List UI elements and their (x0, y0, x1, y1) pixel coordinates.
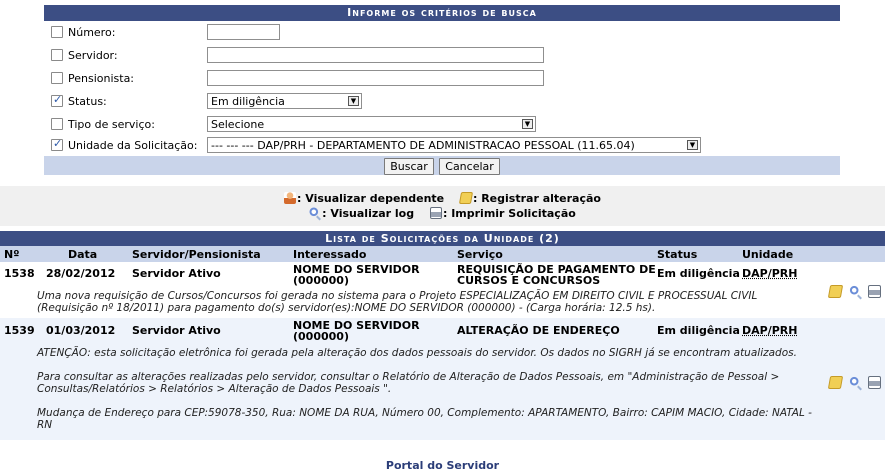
filter-status: Status: Em diligência ▼ (44, 91, 840, 113)
row-num: 1539 (4, 324, 35, 337)
col-data: Data (68, 248, 98, 261)
tipo-label: Tipo de serviço: (68, 118, 155, 131)
numero-input[interactable] (207, 24, 280, 40)
table-row: 1538 28/02/2012 Servidor Ativo NOME DO S… (0, 262, 885, 318)
magnifier-icon (309, 207, 322, 219)
row-unidade[interactable]: DAP/PRH (742, 267, 797, 280)
row-actions (827, 376, 882, 390)
unidade-select[interactable]: --- --- --- DAP/PRH - DEPARTAMENTO DE AD… (207, 137, 701, 153)
chevron-down-icon[interactable]: ▼ (687, 140, 698, 150)
pensionista-checkbox[interactable] (51, 72, 63, 84)
filter-numero: Número: (44, 22, 840, 44)
unidade-select-value: --- --- --- DAP/PRH - DEPARTAMENTO DE AD… (211, 139, 635, 152)
edit-icon[interactable] (827, 376, 844, 389)
printer-icon[interactable] (868, 285, 881, 298)
unidade-checkbox[interactable] (51, 137, 63, 151)
col-servico: Serviço (457, 248, 503, 261)
filter-unidade: Unidade da Solicitação: --- --- --- DAP/… (44, 135, 840, 157)
search-title: Informe os critérios de busca (44, 5, 840, 21)
row-description: ATENÇÃO: esta solicitação eletrônica foi… (37, 347, 797, 359)
servidor-checkbox[interactable] (51, 49, 63, 61)
unidade-label: Unidade da Solicitação: (68, 139, 198, 152)
status-checkbox[interactable] (51, 93, 63, 107)
col-unidade: Unidade (742, 248, 794, 261)
row-num: 1538 (4, 267, 35, 280)
buscar-button[interactable]: Buscar (384, 158, 434, 175)
numero-checkbox[interactable] (51, 26, 63, 38)
col-servidor: Servidor/Pensionista (132, 248, 261, 261)
row-servidor: Servidor Ativo (132, 324, 221, 337)
legend-imprimir: : Imprimir Solicitação (429, 207, 576, 220)
row-interessado-id: (000000) (293, 330, 349, 343)
row-status: Em diligência (657, 324, 740, 337)
row-description-5: RN (37, 419, 53, 431)
row-unidade[interactable]: DAP/PRH (742, 324, 797, 337)
search-actions: Buscar Cancelar (44, 156, 840, 175)
tipo-select-value: Selecione (211, 118, 265, 131)
row-description-4: Mudança de Endereço para CEP:59078-350, … (37, 407, 812, 419)
filter-tipo: Tipo de serviço: Selecione ▼ (44, 114, 840, 136)
servidor-label: Servidor: (68, 49, 118, 62)
pensionista-label: Pensionista: (68, 72, 135, 85)
filter-servidor: Servidor: (44, 45, 840, 67)
chevron-down-icon[interactable]: ▼ (522, 119, 533, 129)
status-select-value: Em diligência (211, 95, 285, 108)
printer-icon (429, 207, 442, 219)
chevron-down-icon[interactable]: ▼ (348, 96, 359, 106)
user-icon (284, 192, 297, 204)
col-num: Nº (4, 248, 20, 261)
row-data: 01/03/2012 (46, 324, 116, 337)
filter-pensionista: Pensionista: (44, 68, 840, 90)
cancelar-button[interactable]: Cancelar (439, 158, 500, 175)
status-select[interactable]: Em diligência ▼ (207, 93, 362, 109)
tipo-checkbox[interactable] (51, 118, 63, 130)
icon-legend: : Visualizar dependente : Registrar alte… (0, 186, 885, 226)
row-servico-2: CURSOS E CONCURSOS (457, 274, 601, 287)
row-interessado-id: (000000) (293, 274, 349, 287)
row-description-2: (Requisição nº 18/2011) para pagamento d… (37, 302, 656, 314)
legend-visualizar-log: : Visualizar log (309, 207, 418, 220)
row-status: Em diligência (657, 267, 740, 280)
list-header-row: Nº Data Servidor/Pensionista Interessado… (0, 246, 885, 262)
col-interessado: Interessado (293, 248, 367, 261)
row-actions (827, 285, 882, 299)
row-description-2: Para consultar as alterações realizadas … (37, 371, 780, 383)
row-description-3: Consultas/Relatórios > Relatórios > Alte… (37, 383, 392, 395)
servidor-input[interactable] (207, 47, 544, 63)
legend-registrar-alteracao: : Registrar alteração (458, 192, 601, 205)
magnifier-icon[interactable] (848, 285, 862, 298)
row-servidor: Servidor Ativo (132, 267, 221, 280)
search-panel: Informe os critérios de busca Número: Se… (44, 5, 840, 175)
edit-icon[interactable] (827, 285, 844, 298)
row-servico: ALTERAÇÃO DE ENDEREÇO (457, 324, 620, 337)
list-title: Lista de Solicitações da Unidade (2) (0, 231, 885, 246)
magnifier-icon[interactable] (848, 376, 862, 389)
portal-servidor-link[interactable]: Portal do Servidor (0, 459, 885, 472)
numero-label: Número: (68, 26, 116, 39)
legend-visualizar-dependente: : Visualizar dependente (284, 192, 448, 205)
solicitacoes-list: Lista de Solicitações da Unidade (2) Nº … (0, 231, 885, 442)
col-status: Status (657, 248, 698, 261)
edit-icon (458, 192, 474, 204)
status-label: Status: (68, 95, 107, 108)
tipo-select[interactable]: Selecione ▼ (207, 116, 536, 132)
row-data: 28/02/2012 (46, 267, 116, 280)
row-description: Uma nova requisição de Cursos/Concursos … (37, 290, 758, 302)
printer-icon[interactable] (868, 376, 881, 389)
table-row: 1539 01/03/2012 Servidor Ativo NOME DO S… (0, 318, 885, 440)
pensionista-input[interactable] (207, 70, 544, 86)
